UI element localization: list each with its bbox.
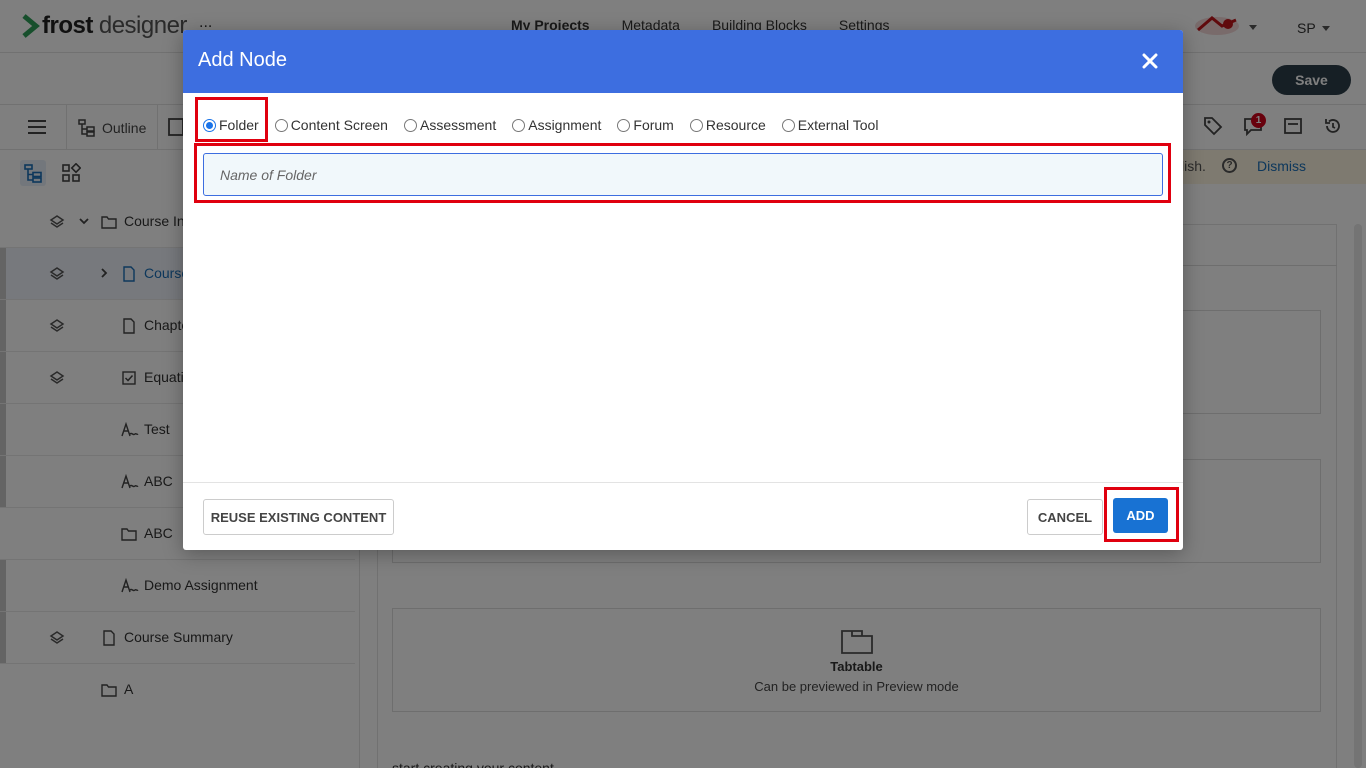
- radio-label: Forum: [633, 117, 674, 133]
- radio-label: External Tool: [797, 117, 879, 133]
- radio-assignment[interactable]: Assignment: [512, 117, 601, 133]
- radio-content-screen[interactable]: Content Screen: [274, 117, 388, 133]
- radio-button[interactable]: [781, 118, 795, 132]
- cancel-button[interactable]: CANCEL: [1027, 499, 1103, 535]
- radio-resource[interactable]: Resource: [689, 117, 766, 133]
- dialog-title: Add Node: [198, 49, 287, 71]
- radio-label: Assignment: [528, 117, 602, 133]
- highlight-folder-radio: [195, 97, 268, 142]
- radio-button[interactable]: [512, 118, 526, 132]
- radio-button[interactable]: [617, 118, 631, 132]
- dialog-header: Add Node: [183, 30, 1183, 93]
- highlight-add-button: [1104, 487, 1179, 542]
- reuse-existing-content-button[interactable]: REUSE EXISTING CONTENT: [203, 499, 394, 535]
- radio-label: Assessment: [419, 117, 497, 133]
- close-icon[interactable]: [1141, 52, 1159, 70]
- radio-button[interactable]: [403, 118, 417, 132]
- radio-assessment[interactable]: Assessment: [403, 117, 497, 133]
- radio-external-tool[interactable]: External Tool: [781, 117, 879, 133]
- add-node-dialog: Add Node Folder Content Screen Assessmen…: [183, 30, 1183, 550]
- highlight-name-input: [194, 143, 1171, 203]
- radio-button[interactable]: [689, 118, 703, 132]
- radio-button[interactable]: [274, 118, 288, 132]
- dialog-footer-divider: [183, 482, 1183, 483]
- radio-label: Content Screen: [290, 117, 388, 133]
- radio-label: Resource: [705, 117, 766, 133]
- radio-forum[interactable]: Forum: [617, 117, 674, 133]
- node-type-radio-group: Folder Content Screen Assessment Assignm…: [203, 116, 894, 134]
